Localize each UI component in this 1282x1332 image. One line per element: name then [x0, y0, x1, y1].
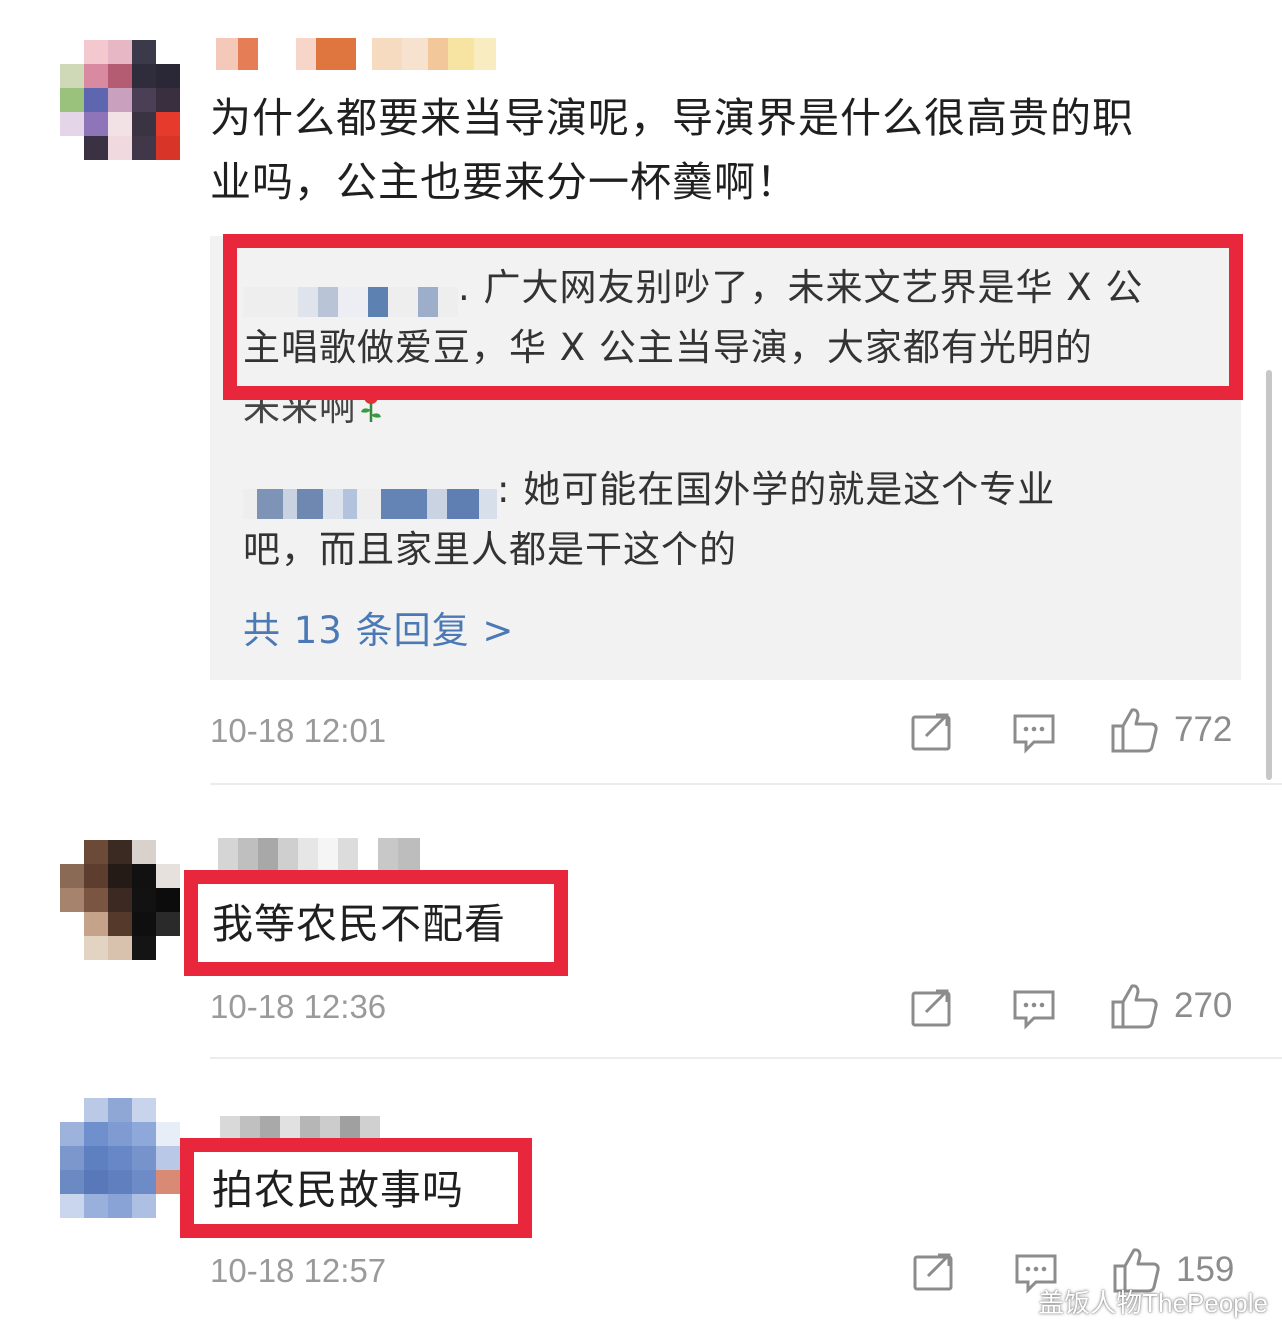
share-button[interactable]: [910, 712, 954, 752]
avatar[interactable]: [60, 1098, 180, 1218]
timestamp: 10-18 12:36: [210, 988, 387, 1025]
like-count: 270: [1174, 986, 1233, 1025]
username[interactable]: [218, 838, 420, 870]
divider: [210, 1057, 1282, 1059]
reply-text: : 她可能在国外学的就是这个专业: [497, 468, 1056, 511]
comment-icon: [1013, 990, 1055, 1030]
reply-text: 吧，而且家里人都是干这个的: [243, 528, 737, 571]
username[interactable]: [216, 38, 496, 70]
username[interactable]: [220, 1116, 380, 1140]
share-button[interactable]: [912, 1252, 956, 1292]
comment-text: 为什么都要来当导演呢，导演界是什么很高贵的职 业吗，公主也要来分一杯羹啊！: [210, 94, 1134, 206]
like-count: 772: [1174, 710, 1233, 749]
share-icon: [913, 1253, 953, 1291]
highlight-box: [180, 1138, 532, 1238]
highlight-box: [223, 234, 1243, 400]
divider: [210, 783, 1282, 785]
avatar[interactable]: [60, 840, 180, 960]
share-icon: [911, 713, 951, 751]
like-button[interactable]: 270: [1110, 982, 1232, 1030]
reply-username[interactable]: [243, 477, 497, 519]
more-replies-link[interactable]: 共 13 条回复 >: [243, 600, 514, 654]
highlight-box: [184, 870, 568, 976]
timestamp: 10-18 12:57: [210, 1252, 387, 1289]
watermark: 盖饭人物ThePeople: [1038, 1288, 1268, 1318]
comment-button[interactable]: [1012, 712, 1056, 754]
like-button[interactable]: 772: [1110, 706, 1232, 754]
reply-item[interactable]: : 她可能在国外学的就是这个专业 吧，而且家里人都是干这个的: [243, 460, 1223, 580]
scrollbar[interactable]: [1266, 370, 1272, 780]
avatar[interactable]: [60, 40, 180, 160]
thumbs-up-icon: [1111, 984, 1158, 1029]
share-button[interactable]: [910, 988, 954, 1028]
thumbs-up-icon: [1111, 708, 1158, 753]
share-icon: [911, 989, 951, 1027]
timestamp: 10-18 12:01: [210, 712, 387, 749]
comment-button[interactable]: [1012, 988, 1056, 1030]
comment-icon: [1013, 714, 1055, 754]
